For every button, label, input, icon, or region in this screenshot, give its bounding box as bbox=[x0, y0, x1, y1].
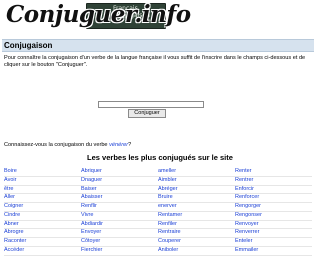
verb-link[interactable]: Boire bbox=[4, 168, 81, 176]
logo-text: Conjuguer.info bbox=[6, 1, 191, 28]
verb-link[interactable]: Fierchier bbox=[81, 247, 158, 255]
known-verb-suffix: ? bbox=[128, 142, 132, 148]
verb-link[interactable]: Envoyer bbox=[81, 229, 158, 237]
verb-link[interactable]: ameller bbox=[158, 168, 235, 176]
verb-link[interactable]: Accéder bbox=[4, 247, 81, 255]
verb-link[interactable]: Raconter bbox=[4, 238, 81, 246]
verb-link[interactable]: Rentraire bbox=[158, 229, 235, 237]
verb-link[interactable]: Renter bbox=[235, 168, 312, 176]
table-row: Cindre Vivre Rentamer Rengonser bbox=[4, 212, 312, 221]
table-row: Boire Abriquer ameller Renter bbox=[4, 168, 312, 177]
verb-link[interactable]: Abréger bbox=[158, 186, 235, 194]
verb-link[interactable]: Aimbler bbox=[158, 177, 235, 185]
verb-link[interactable]: Rengonser bbox=[235, 212, 312, 220]
verb-input[interactable] bbox=[98, 101, 204, 108]
popular-verbs-table: Boire Abriquer ameller Renter Avoir Dnag… bbox=[4, 168, 312, 256]
verb-link[interactable]: Côtoyer bbox=[81, 238, 158, 246]
table-row: Abner Abdiardir Renfiler Renvoyer bbox=[4, 221, 312, 230]
section-title-bar: Conjugaison bbox=[2, 39, 314, 52]
table-row: Abrogre Envoyer Rentraire Renverrer bbox=[4, 229, 312, 238]
verb-link[interactable]: Rengorger bbox=[235, 203, 312, 211]
known-verb-prefix: Connaissez-vous la conjugaison du verbe bbox=[4, 142, 108, 148]
table-row: Avoir Dnaguer Aimbler Rentrer bbox=[4, 177, 312, 186]
verb-link[interactable]: Enteler bbox=[235, 238, 312, 246]
section-title: Conjugaison bbox=[4, 41, 53, 50]
verb-link[interactable]: Renforcer bbox=[235, 194, 312, 202]
verb-link[interactable]: Bruire bbox=[158, 194, 235, 202]
verb-link[interactable]: Abdiardir bbox=[81, 221, 158, 229]
verb-link[interactable]: Rentrer bbox=[235, 177, 312, 185]
verb-link[interactable]: Aniboler bbox=[158, 247, 235, 255]
popular-verbs-title: Les verbes les plus conjugués sur le sit… bbox=[87, 153, 233, 162]
verb-link[interactable]: Enforcir bbox=[235, 186, 312, 194]
verb-link[interactable]: Renflir bbox=[81, 203, 158, 211]
verb-link[interactable]: Avoir bbox=[4, 177, 81, 185]
known-verb-link[interactable]: vénérer bbox=[109, 142, 128, 148]
verb-link[interactable]: Emmailer bbox=[235, 247, 312, 255]
verb-link[interactable]: Couperer bbox=[158, 238, 235, 246]
verb-link[interactable]: enerver bbox=[158, 203, 235, 211]
verb-link[interactable]: Renvoyer bbox=[235, 221, 312, 229]
verb-link[interactable]: être bbox=[4, 186, 81, 194]
verb-link[interactable]: Coigner bbox=[4, 203, 81, 211]
verb-link[interactable]: Renverrer bbox=[235, 229, 312, 237]
verb-link[interactable]: Rentamer bbox=[158, 212, 235, 220]
verb-link[interactable]: Abriquer bbox=[81, 168, 158, 176]
verb-link[interactable]: Abner bbox=[4, 221, 81, 229]
verb-link[interactable]: Cindre bbox=[4, 212, 81, 220]
verb-link[interactable]: Abrogre bbox=[4, 229, 81, 237]
table-row: Coigner Renflir enerver Rengorger bbox=[4, 203, 312, 212]
verb-link[interactable]: Vivre bbox=[81, 212, 158, 220]
table-row: Raconter Côtoyer Couperer Enteler bbox=[4, 238, 312, 247]
verb-link[interactable]: Dnaguer bbox=[81, 177, 158, 185]
verb-link[interactable]: Abaisser bbox=[81, 194, 158, 202]
conjuguer-button[interactable]: Conjuguer bbox=[128, 109, 166, 118]
table-row: Accéder Fierchier Aniboler Emmailer bbox=[4, 247, 312, 256]
verb-link[interactable]: Aller bbox=[4, 194, 81, 202]
verb-link[interactable]: Baiser bbox=[81, 186, 158, 194]
table-row: être Baiser Abréger Enforcir bbox=[4, 186, 312, 195]
known-verb-line: Connaissez-vous la conjugaison du verbe … bbox=[4, 142, 131, 149]
verb-link[interactable]: Renfiler bbox=[158, 221, 235, 229]
intro-text: Pour connaître la conjugaison d'un verbe… bbox=[4, 55, 306, 68]
table-row: Aller Abaisser Bruire Renforcer bbox=[4, 194, 312, 203]
site-logo[interactable]: Français Conjugaison Conjuguer.info bbox=[2, 1, 191, 31]
